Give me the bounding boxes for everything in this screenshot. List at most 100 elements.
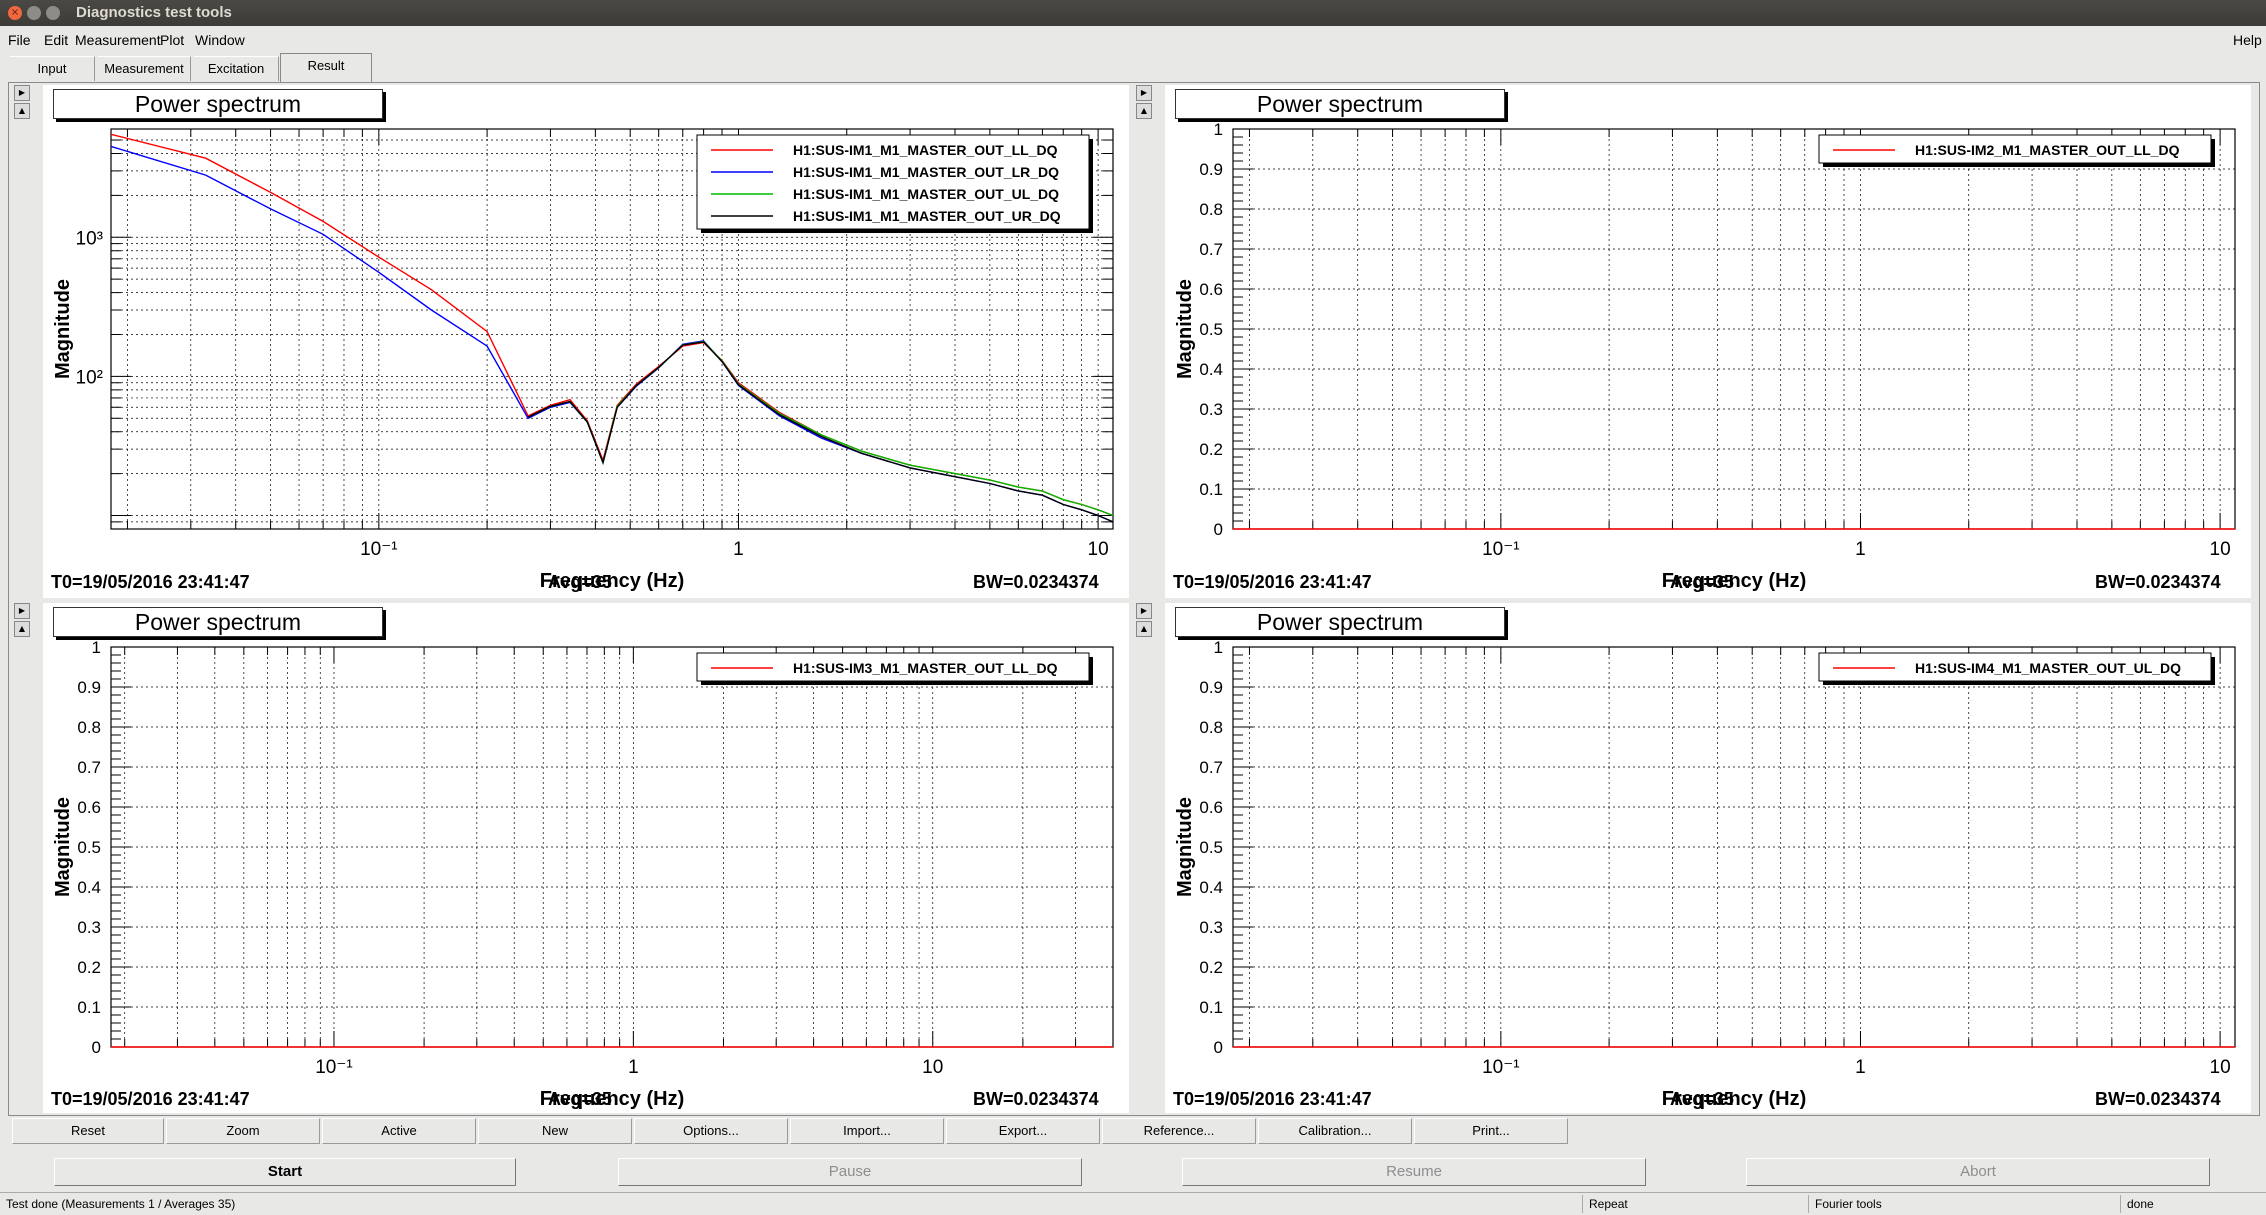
pad-1-expand-icon[interactable]: ▶ <box>14 85 30 101</box>
pause-button[interactable]: Pause <box>618 1158 1082 1186</box>
menu-window[interactable]: Window <box>195 32 245 48</box>
status-bar: Test done (Measurements 1 / Averages 35)… <box>0 1192 2266 1215</box>
x-tick-label: 10 <box>2210 1057 2231 1078</box>
series-line-3 <box>527 340 1114 517</box>
status-tools: Fourier tools <box>1808 1195 2115 1213</box>
menubar: File Edit Measurement Plot Window Help <box>0 26 2266 54</box>
power-spectrum-chart-3[interactable]: 10⁻¹ 1 1000.10.20.30.40.50.60.70.80.91Freq… <box>43 603 1129 1113</box>
y-tick-label: 0.3 <box>1199 918 1223 937</box>
avg-label: Avg=35 <box>548 1089 612 1109</box>
y-tick-label: 0.1 <box>1199 480 1223 499</box>
menu-measurement[interactable]: Measurement <box>75 32 161 48</box>
menu-plot[interactable]: Plot <box>160 32 184 48</box>
options-button[interactable]: Options... <box>634 1118 788 1144</box>
plot-toolbar: Reset Zoom Active New Options... Import.… <box>8 1118 2258 1144</box>
avg-label: Avg=35 <box>1670 1089 1734 1109</box>
pad-2-expand-icon[interactable]: ▶ <box>1136 85 1152 101</box>
result-area: ▶ ▲ ▶ ▲ ▶ ▲ ▶ ▲ Power spectrum 10⁻¹ 1 10 10… <box>8 82 2260 1116</box>
menu-help[interactable]: Help <box>2233 32 2262 48</box>
export-button[interactable]: Export... <box>946 1118 1100 1144</box>
new-button[interactable]: New <box>478 1118 632 1144</box>
tab-measurement[interactable]: Measurement <box>98 56 191 81</box>
pad-3-collapse-icon[interactable]: ▲ <box>14 621 30 637</box>
bw-label: BW=0.0234374 <box>2095 572 2221 592</box>
status-message: Test done (Measurements 1 / Averages 35) <box>6 1197 236 1211</box>
y-tick-label: 0.8 <box>1199 718 1223 737</box>
legend-label: H1:SUS-IM1_M1_MASTER_OUT_LR_DQ <box>793 164 1059 180</box>
y-tick-label: 0.1 <box>77 998 101 1017</box>
start-button[interactable]: Start <box>54 1158 516 1186</box>
series-line-4 <box>527 341 1114 523</box>
active-button[interactable]: Active <box>322 1118 476 1144</box>
tab-excitation[interactable]: Excitation <box>194 56 279 81</box>
plot-pad-1[interactable]: Power spectrum 10⁻¹ 1 10 10³ 10² Frequency (H… <box>43 85 1129 598</box>
pad-3-expand-icon[interactable]: ▶ <box>14 603 30 619</box>
legend-label: H1:SUS-IM1_M1_MASTER_OUT_LL_DQ <box>793 142 1058 158</box>
t0-label: T0=19/05/2016 23:41:47 <box>1173 572 1372 592</box>
y-tick-label: 0.9 <box>1199 160 1223 179</box>
reset-button[interactable]: Reset <box>12 1118 164 1144</box>
plot-grid <box>1233 646 2235 1048</box>
y-tick-label: 0.6 <box>1199 798 1223 817</box>
pad-4-collapse-icon[interactable]: ▲ <box>1136 621 1152 637</box>
t0-label: T0=19/05/2016 23:41:47 <box>51 572 250 592</box>
y-tick-label: 0.3 <box>77 918 101 937</box>
print-button[interactable]: Print... <box>1414 1118 1568 1144</box>
x-tick-label: 10 <box>922 1057 943 1078</box>
bw-label: BW=0.0234374 <box>973 1089 1099 1109</box>
tab-result[interactable]: Result <box>280 53 372 82</box>
y-tick-label: 0 <box>92 1038 101 1057</box>
x-tick-label: 10⁻¹ <box>315 1057 353 1078</box>
y-tick-label: 0.6 <box>1199 280 1223 299</box>
plot-pad-3[interactable]: Power spectrum 10⁻¹ 1 10 0 0.1 0.2 0.3 0.4 0.5 0.… <box>43 603 1129 1113</box>
y-tick-label: 0.4 <box>1199 360 1223 379</box>
bw-label: BW=0.0234374 <box>973 572 1099 592</box>
window-titlebar: × Diagnostics test tools <box>0 0 2266 26</box>
pad-1-collapse-icon[interactable]: ▲ <box>14 103 30 119</box>
power-spectrum-chart-4[interactable]: 10⁻¹ 1 1000.10.20.30.40.50.60.70.80.91Freq… <box>1165 603 2251 1113</box>
y-tick-label: 10³ <box>76 228 103 249</box>
y-tick-label: 0.8 <box>77 718 101 737</box>
y-tick-label: 0 <box>1214 520 1223 539</box>
y-tick-label: 0.4 <box>77 878 101 897</box>
plot-pad-4[interactable]: Power spectrum 10⁻¹ 1 10 0 0.1 0.2 0.3 0.4 0.5 0.… <box>1165 603 2251 1113</box>
x-tick-label: 1 <box>1855 1057 1866 1078</box>
power-spectrum-chart-1[interactable]: 10⁻¹ 1 1010³10²Frequency (Hz)MagnitudeH1:S… <box>43 85 1129 598</box>
tab-input[interactable]: Input <box>10 56 95 81</box>
menu-file[interactable]: File <box>8 32 31 48</box>
y-axis-label: Magnitude <box>1174 279 1196 379</box>
y-tick-label: 0.3 <box>1199 400 1223 419</box>
y-tick-label: 0.7 <box>77 758 101 777</box>
y-tick-label: 0.1 <box>1199 998 1223 1017</box>
y-tick-label: 0.6 <box>77 798 101 817</box>
abort-button[interactable]: Abort <box>1746 1158 2210 1186</box>
pad-4-expand-icon[interactable]: ▶ <box>1136 603 1152 619</box>
y-tick-label: 0.2 <box>1199 958 1223 977</box>
close-window-button[interactable]: × <box>8 6 22 20</box>
y-tick-label: 0.4 <box>1199 878 1223 897</box>
t0-label: T0=19/05/2016 23:41:47 <box>1173 1089 1372 1109</box>
y-axis-label: Magnitude <box>52 797 74 897</box>
menu-edit[interactable]: Edit <box>44 32 68 48</box>
bw-label: BW=0.0234374 <box>2095 1089 2221 1109</box>
legend: H1:SUS-IM1_M1_MASTER_OUT_LL_DQ H1:SUS-IM1… <box>696 134 1093 233</box>
minimize-window-button[interactable] <box>27 6 41 20</box>
power-spectrum-chart-2[interactable]: 10⁻¹ 1 1000.10.20.30.40.50.60.70.80.91Freq… <box>1165 85 2251 598</box>
y-axis-label: Magnitude <box>52 279 74 379</box>
import-button[interactable]: Import... <box>790 1118 944 1144</box>
zoom-button[interactable]: Zoom <box>166 1118 320 1144</box>
maximize-window-button[interactable] <box>46 6 60 20</box>
x-tick-label: 10⁻¹ <box>1482 539 1520 560</box>
pad-2-collapse-icon[interactable]: ▲ <box>1136 103 1152 119</box>
y-tick-label: 1 <box>92 638 101 657</box>
y-tick-label: 0.5 <box>1199 838 1223 857</box>
measurement-controls: Start Pause Resume Abort <box>0 1158 2266 1188</box>
plot-pad-2[interactable]: Power spectrum 10⁻¹ 1 10 0 0.1 0.2 0.3 0.4 0.5 0.… <box>1165 85 2251 598</box>
reference-button[interactable]: Reference... <box>1102 1118 1256 1144</box>
calibration-button[interactable]: Calibration... <box>1258 1118 1412 1144</box>
y-tick-label: 1 <box>1214 638 1223 657</box>
resume-button[interactable]: Resume <box>1182 1158 1646 1186</box>
legend-label: H1:SUS-IM1_M1_MASTER_OUT_UR_DQ <box>793 208 1061 224</box>
legend-label: H1:SUS-IM4_M1_MASTER_OUT_UL_DQ <box>1915 660 2181 676</box>
plot-grid <box>111 646 1114 1048</box>
